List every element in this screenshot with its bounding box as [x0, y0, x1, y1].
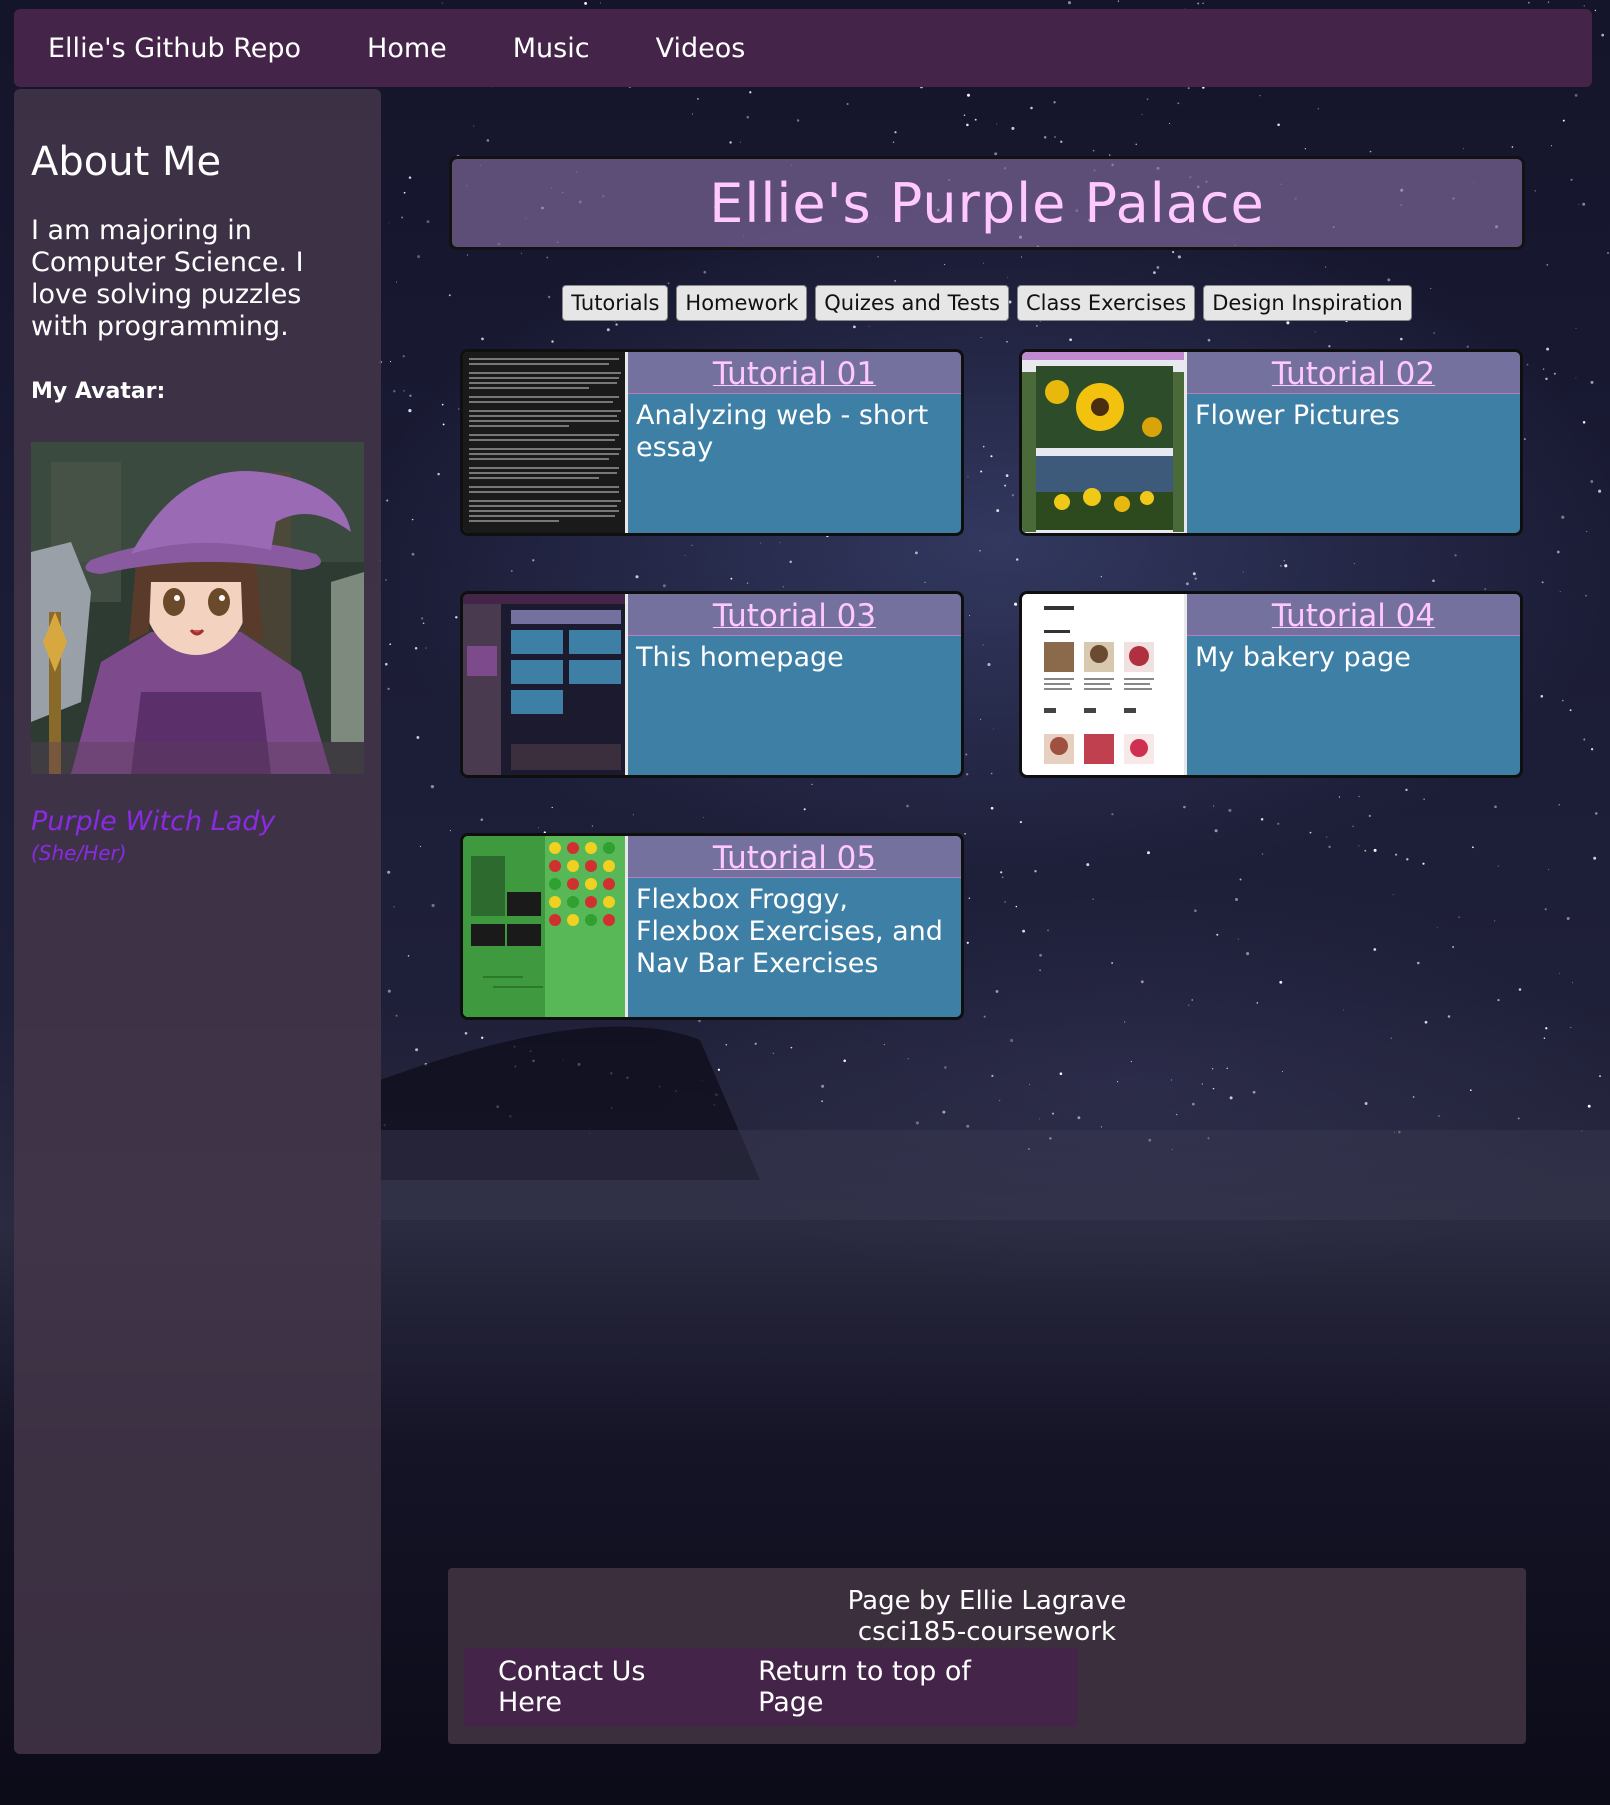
card-body: Tutorial 01 Analyzing web - short essay [628, 352, 961, 533]
card-description: Analyzing web - short essay [636, 400, 929, 463]
tutorial-card[interactable]: Tutorial 02 Flower Pictures [1019, 349, 1523, 536]
footer-navbar: Contact Us Here Return to top of Page [464, 1648, 1077, 1726]
site-title-box: Ellie's Purple Palace [449, 156, 1525, 250]
card-thumbnail-flexbox [463, 836, 628, 1017]
card-body: Tutorial 04 My bakery page [1187, 594, 1520, 775]
avatar-name: Purple Witch Lady [31, 806, 276, 837]
flexbox-froggy-thumbnail-image [463, 836, 625, 1017]
card-body: Tutorial 02 Flower Pictures [1187, 352, 1520, 533]
category-tabs: Tutorials Homework Quizes and Tests Clas… [449, 285, 1525, 321]
card-description: Flower Pictures [1195, 400, 1400, 431]
contact-us-link[interactable]: Contact Us Here [498, 1656, 692, 1718]
tutorial-card[interactable]: Tutorial 01 Analyzing web - short essay [460, 349, 964, 536]
about-me-sidebar: About Me I am majoring in Computer Scien… [14, 89, 381, 1754]
card-thumbnail-essay [463, 352, 628, 533]
card-title[interactable]: Tutorial 05 [628, 836, 961, 878]
tutorial-card[interactable]: Tutorial 05 Flexbox Froggy, Flexbox Exer… [460, 833, 964, 1020]
card-title[interactable]: Tutorial 02 [1187, 352, 1520, 394]
nav-link-music[interactable]: Music [513, 33, 590, 64]
nav-link-home[interactable]: Home [367, 33, 447, 64]
tab-class-exercises[interactable]: Class Exercises [1016, 285, 1196, 321]
avatar-image [31, 442, 364, 774]
footer-course: csci185-coursework [857, 1617, 1117, 1647]
card-title[interactable]: Tutorial 04 [1187, 594, 1520, 636]
essay-thumbnail-image [469, 358, 621, 522]
card-body: Tutorial 03 This homepage [628, 594, 961, 775]
card-description: Flexbox Froggy, Flexbox Exercises, and N… [636, 884, 943, 979]
avatar-pronoun: (She/Her) [31, 841, 127, 865]
site-title: Ellie's Purple Palace [709, 171, 1265, 235]
card-body: Tutorial 05 Flexbox Froggy, Flexbox Exer… [628, 836, 961, 1017]
tab-homework[interactable]: Homework [676, 285, 808, 321]
card-thumbnail-bakery [1022, 594, 1187, 775]
about-me-bio: I am majoring in Computer Science. I lov… [31, 215, 304, 342]
bakery-thumbnail-image [1044, 606, 1154, 764]
top-navbar: Ellie's Github Repo Home Music Videos [14, 9, 1592, 87]
witch-avatar-illustration [31, 442, 364, 774]
nav-link-videos[interactable]: Videos [656, 33, 746, 64]
card-title[interactable]: Tutorial 01 [628, 352, 961, 394]
card-description: My bakery page [1195, 642, 1411, 673]
footer-author: Page by Ellie Lagrave [847, 1586, 1127, 1616]
return-to-top-link[interactable]: Return to top of Page [758, 1656, 1011, 1718]
tab-quizes-and-tests[interactable]: Quizes and Tests [815, 285, 1009, 321]
avatar-label: My Avatar: [31, 379, 166, 404]
flowers-thumbnail-image [1022, 352, 1184, 533]
card-thumbnail-homepage [463, 594, 628, 775]
homepage-thumbnail-image [463, 594, 625, 775]
tutorial-card[interactable]: Tutorial 03 This homepage [460, 591, 964, 778]
tutorial-card[interactable]: Tutorial 04 My bakery page [1019, 591, 1523, 778]
card-description: This homepage [636, 642, 844, 673]
card-thumbnail-flowers [1022, 352, 1187, 533]
card-title[interactable]: Tutorial 03 [628, 594, 961, 636]
about-me-heading: About Me [31, 139, 222, 185]
nav-brand-link[interactable]: Ellie's Github Repo [48, 33, 301, 64]
tab-tutorials[interactable]: Tutorials [562, 285, 669, 321]
page-footer: Page by Ellie Lagrave csci185-coursework… [448, 1568, 1526, 1744]
tab-design-inspiration[interactable]: Design Inspiration [1203, 285, 1412, 321]
